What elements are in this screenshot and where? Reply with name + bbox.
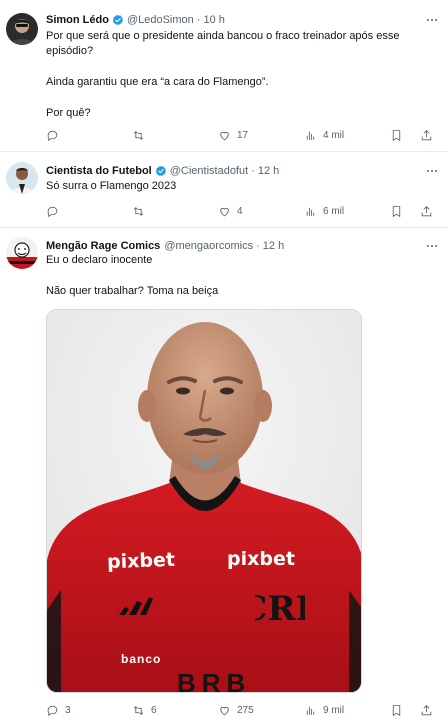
share-icon <box>420 205 433 218</box>
separator-dot: · <box>256 240 260 252</box>
more-options-icon[interactable] <box>424 14 440 26</box>
view-count: 4 mil <box>323 129 345 141</box>
shirt-sponsor-left: pixbet <box>106 548 176 574</box>
action-bar: 3 6 275 9 mil <box>0 702 448 718</box>
display-name[interactable]: Simon Lédo <box>46 14 109 26</box>
bookmark-icon <box>390 205 403 218</box>
views-chart-icon <box>304 129 317 142</box>
share-icon <box>420 704 433 717</box>
reply-icon <box>46 704 59 717</box>
reply-icon <box>46 129 59 142</box>
like-button[interactable]: 275 <box>218 702 254 718</box>
avatar[interactable] <box>6 162 38 194</box>
verified-badge-icon <box>112 14 124 26</box>
separator-dot: · <box>196 14 201 26</box>
svg-text:CRF: CRF <box>255 589 305 628</box>
tweet-line: Não quer trabalhar? Toma na beiça <box>46 285 219 297</box>
view-count: 6 mil <box>323 205 345 217</box>
tweet-photo[interactable]: pixbet pixbet CRF banco BRB <box>46 309 362 693</box>
retweet-button[interactable]: 6 <box>132 702 157 718</box>
retweet-icon <box>132 205 145 218</box>
views-button[interactable]: 6 mil <box>304 203 344 219</box>
reply-count: 3 <box>65 704 71 716</box>
views-chart-icon <box>304 205 317 218</box>
retweet-icon <box>132 704 145 717</box>
shirt-bank-label: banco <box>121 652 162 666</box>
avatar-image <box>6 13 38 45</box>
like-button[interactable]: 17 <box>218 127 248 143</box>
tweet-3[interactable]: Mengão Rage Comics @mengaorcomics · 12 h… <box>0 228 448 723</box>
tweet-header: Simon Lédo @LedoSimon · 10 h <box>46 11 418 29</box>
display-name[interactable]: Mengão Rage Comics <box>46 240 160 252</box>
retweet-count: 6 <box>151 704 157 716</box>
bookmark-icon <box>390 704 403 717</box>
timestamp[interactable]: 12 h <box>258 165 279 177</box>
retweet-icon <box>132 129 145 142</box>
timestamp[interactable]: 10 h <box>203 14 224 26</box>
avatar[interactable] <box>6 13 38 45</box>
adidas-logo-icon <box>119 597 153 615</box>
action-bar: 17 4 mil <box>0 127 448 143</box>
reply-button[interactable] <box>46 127 65 143</box>
avatar-image <box>6 162 38 194</box>
user-handle[interactable]: @mengaorcomics <box>164 240 253 252</box>
view-count: 9 mil <box>323 704 345 716</box>
reply-button[interactable]: 3 <box>46 702 71 718</box>
user-handle[interactable]: @LedoSimon <box>127 14 194 26</box>
tweet-line: Por que será que o presidente ainda banc… <box>46 30 400 57</box>
user-handle[interactable]: @Cientistadofut <box>170 165 248 177</box>
action-bar: 4 6 mil <box>0 203 448 219</box>
tweet-text: Por que será que o presidente ainda banc… <box>46 29 434 121</box>
reply-button[interactable] <box>46 203 65 219</box>
like-count: 275 <box>237 704 254 716</box>
tweet-2[interactable]: Cientista do Futebol @Cientistadofut · 1… <box>0 152 448 228</box>
avatar-image <box>6 237 38 269</box>
separator-dot: · <box>251 165 255 177</box>
verified-badge-icon <box>155 165 167 177</box>
bookmark-button[interactable] <box>390 702 409 718</box>
views-button[interactable]: 9 mil <box>304 702 344 718</box>
tweet-line: Eu o declaro inocente <box>46 254 153 266</box>
views-chart-icon <box>304 704 317 717</box>
shirt-bank-brand: BRB <box>177 668 252 693</box>
avatar[interactable] <box>6 237 38 269</box>
timestamp[interactable]: 12 h <box>263 240 284 252</box>
flamengo-crest-icon: CRF <box>255 589 305 628</box>
share-button[interactable] <box>420 203 439 219</box>
like-count: 17 <box>237 129 249 141</box>
display-name[interactable]: Cientista do Futebol <box>46 165 152 177</box>
heart-icon <box>218 704 231 717</box>
share-button[interactable] <box>420 127 439 143</box>
retweet-button[interactable] <box>132 203 151 219</box>
views-button[interactable]: 4 mil <box>304 127 344 143</box>
bookmark-icon <box>390 129 403 142</box>
tweet-text: Só surra o Flamengo 2023 <box>46 179 434 194</box>
tweet-line: Por quê? <box>46 107 91 119</box>
tweet-line: Só surra o Flamengo 2023 <box>46 180 177 192</box>
share-icon <box>420 129 433 142</box>
shirt-sponsor-right: pixbet <box>227 548 295 570</box>
like-button[interactable]: 4 <box>218 203 243 219</box>
heart-icon <box>218 205 231 218</box>
more-options-icon[interactable] <box>424 240 440 252</box>
retweet-button[interactable] <box>132 127 151 143</box>
tweet-line: Ainda garantiu que era “a cara do Flamen… <box>46 76 269 88</box>
share-button[interactable] <box>420 702 439 718</box>
tweet-1[interactable]: Simon Lédo @LedoSimon · 10 h Por que ser… <box>0 0 448 152</box>
reply-icon <box>46 205 59 218</box>
photo-image <box>47 310 361 692</box>
tweet-header: Cientista do Futebol @Cientistadofut · 1… <box>46 162 418 180</box>
more-options-icon[interactable] <box>424 165 440 177</box>
like-count: 4 <box>237 205 243 217</box>
tweet-text: Eu o declaro inocente Não quer trabalhar… <box>46 253 434 299</box>
bookmark-button[interactable] <box>390 127 409 143</box>
bookmark-button[interactable] <box>390 203 409 219</box>
heart-icon <box>218 129 231 142</box>
